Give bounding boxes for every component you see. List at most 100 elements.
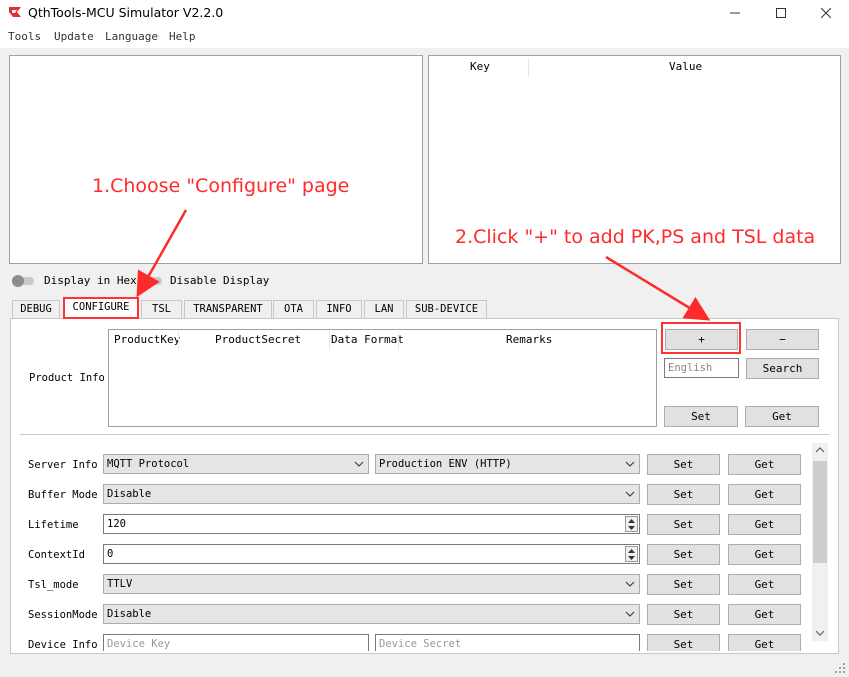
session-mode-get-button[interactable]: Get	[728, 604, 801, 625]
title-bar: QthTools-MCU Simulator V2.2.0	[0, 0, 849, 26]
disable-display-label: Disable Display	[170, 274, 270, 287]
tsl-mode-get-button[interactable]: Get	[728, 574, 801, 595]
column-divider	[329, 331, 330, 349]
hex-toggle-label: Display in Hex	[44, 274, 137, 287]
server-environment-value: Production ENV (HTTP)	[379, 458, 512, 470]
buffer-set-button[interactable]: Set	[647, 484, 720, 505]
tsl-mode-set-button[interactable]: Set	[647, 574, 720, 595]
column-divider	[528, 58, 529, 76]
spin-down-icon[interactable]	[626, 524, 637, 531]
language-search-input[interactable]: English	[664, 358, 739, 378]
scroll-up-icon[interactable]	[816, 447, 824, 453]
search-button[interactable]: Search	[746, 358, 819, 379]
tab-sub-device[interactable]: SUB-DEVICE	[406, 300, 487, 318]
remove-product-button[interactable]: −	[746, 329, 819, 350]
buffer-mode-select[interactable]: Disable	[103, 484, 640, 504]
chevron-down-icon	[625, 611, 635, 617]
lifetime-label: Lifetime	[28, 519, 79, 531]
tsl-mode-value: TTLV	[107, 578, 133, 590]
chevron-down-icon	[625, 581, 635, 587]
window-title: QthTools-MCU Simulator V2.2.0	[28, 5, 224, 20]
server-protocol-value: MQTT Protocol	[107, 458, 190, 470]
menu-help[interactable]: Help	[169, 30, 196, 43]
resize-grip-icon[interactable]	[834, 662, 846, 674]
tab-ota[interactable]: OTA	[273, 300, 314, 318]
spin-up-icon[interactable]	[626, 547, 637, 554]
server-set-button[interactable]: Set	[647, 454, 720, 475]
buffer-get-button[interactable]: Get	[728, 484, 801, 505]
tsl-mode-label: Tsl_mode	[28, 579, 79, 591]
column-divider	[178, 331, 179, 349]
product-info-label: Product Info	[29, 372, 105, 384]
product-info-table[interactable]: ProductKey ProductSecret Data Format Rem…	[108, 329, 657, 427]
product-get-button[interactable]: Get	[745, 406, 819, 427]
chevron-down-icon	[625, 461, 635, 467]
buffer-mode-label: Buffer Mode	[28, 489, 98, 501]
tab-transparent[interactable]: TRANSPARENT	[184, 300, 272, 318]
close-icon	[821, 8, 831, 18]
device-info-get-button[interactable]: Get	[728, 634, 801, 651]
close-button[interactable]	[803, 0, 849, 26]
column-header-remarks[interactable]: Remarks	[506, 333, 552, 346]
menu-language[interactable]: Language	[105, 30, 158, 43]
maximize-button[interactable]	[758, 0, 804, 26]
section-divider	[20, 434, 829, 435]
server-environment-select[interactable]: Production ENV (HTTP)	[375, 454, 640, 474]
scroll-down-icon[interactable]	[816, 630, 824, 636]
annotation-step-1: 1.Choose "Configure" page	[92, 175, 350, 197]
scrollbar-thumb[interactable]	[813, 461, 827, 563]
highlight-configure-tab	[63, 297, 139, 319]
device-info-label: Device Info	[28, 639, 98, 651]
tab-tsl[interactable]: TSL	[141, 300, 182, 318]
arrow-to-add-button	[605, 255, 711, 321]
chevron-down-icon	[625, 491, 635, 497]
session-mode-select[interactable]: Disable	[103, 604, 640, 624]
contextid-set-button[interactable]: Set	[647, 544, 720, 565]
menu-update[interactable]: Update	[54, 30, 94, 43]
server-get-button[interactable]: Get	[728, 454, 801, 475]
device-info-set-button[interactable]: Set	[647, 634, 720, 651]
column-header-productkey[interactable]: ProductKey	[114, 333, 180, 346]
column-header-data-format[interactable]: Data Format	[331, 333, 404, 346]
app-logo-icon	[9, 7, 21, 17]
device-info-row: Device Info Device Key Device Secret Set…	[20, 630, 810, 651]
server-info-label: Server Info	[28, 459, 98, 471]
product-set-button[interactable]: Set	[664, 406, 738, 427]
session-mode-label: SessionMode	[28, 609, 98, 621]
device-secret-input[interactable]: Device Secret	[375, 634, 640, 651]
contextid-spinbox[interactable]: 0	[103, 544, 640, 564]
tab-debug[interactable]: DEBUG	[12, 300, 60, 318]
column-header-productsecret[interactable]: ProductSecret	[215, 333, 301, 346]
toggle-knob	[140, 275, 152, 287]
spin-up-icon[interactable]	[626, 517, 637, 524]
session-mode-value: Disable	[107, 608, 152, 620]
spin-down-icon[interactable]	[626, 554, 637, 561]
device-key-input[interactable]: Device Key	[103, 634, 369, 651]
lifetime-spinbox[interactable]: 120	[103, 514, 640, 534]
column-header-value[interactable]: Value	[669, 60, 702, 73]
vertical-scrollbar[interactable]	[812, 443, 828, 641]
tab-lan[interactable]: LAN	[364, 300, 404, 318]
buffer-mode-value: Disable	[107, 488, 152, 500]
tab-info[interactable]: INFO	[316, 300, 362, 318]
tsl-mode-select[interactable]: TTLV	[103, 574, 640, 594]
session-mode-set-button[interactable]: Set	[647, 604, 720, 625]
minimize-icon	[730, 12, 740, 14]
spin-buttons[interactable]	[625, 546, 638, 562]
contextid-get-button[interactable]: Get	[728, 544, 801, 565]
menu-tools[interactable]: Tools	[8, 30, 41, 43]
server-protocol-select[interactable]: MQTT Protocol	[103, 454, 369, 474]
lifetime-get-button[interactable]: Get	[728, 514, 801, 535]
disable-display-toggle[interactable]	[140, 275, 162, 287]
hex-toggle[interactable]	[12, 275, 34, 287]
highlight-add-button	[661, 322, 741, 354]
column-divider	[398, 331, 399, 349]
chevron-down-icon	[354, 461, 364, 467]
minimize-button[interactable]	[712, 0, 758, 26]
lifetime-set-button[interactable]: Set	[647, 514, 720, 535]
log-output-panel[interactable]	[9, 55, 423, 264]
maximize-icon	[776, 8, 786, 18]
toggle-knob	[12, 275, 24, 287]
spin-buttons[interactable]	[625, 516, 638, 532]
column-header-key[interactable]: Key	[470, 60, 490, 73]
